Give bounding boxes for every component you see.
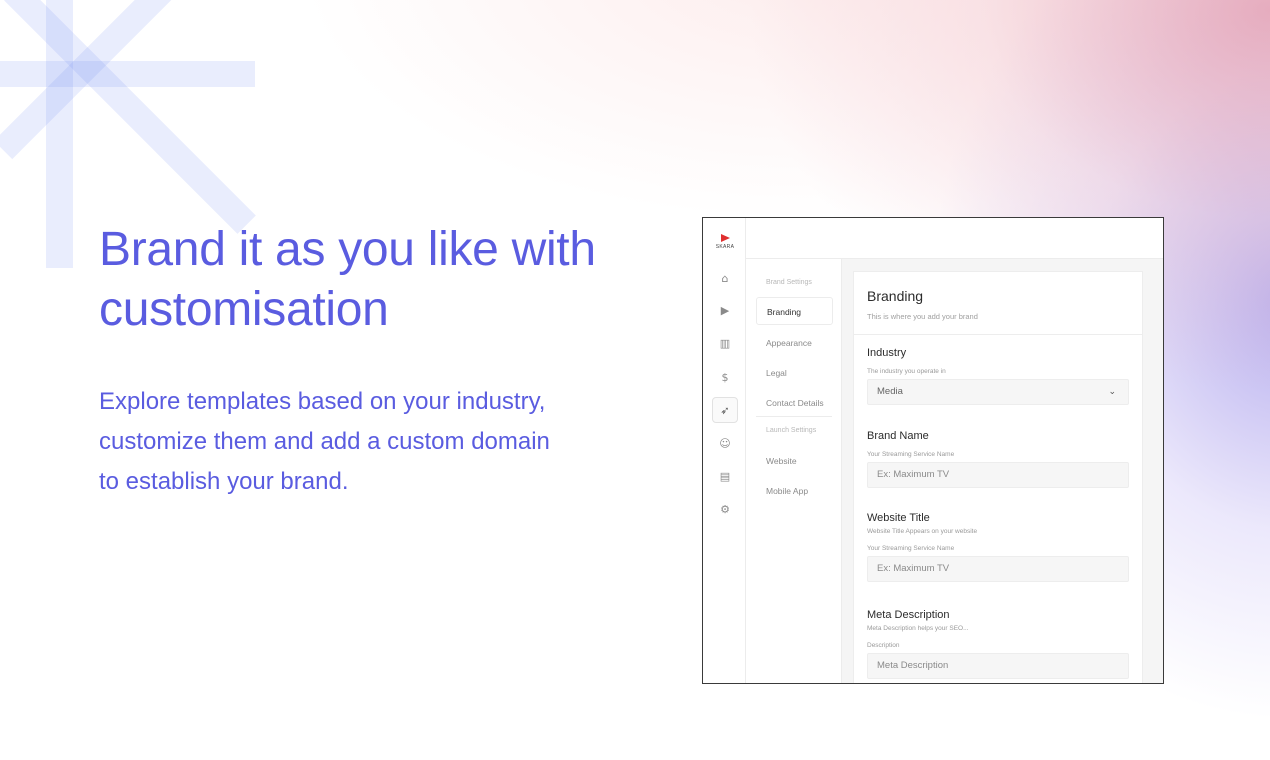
decorative-shape [0, 61, 255, 87]
website-title-label: Website Title [867, 512, 930, 524]
icon-rail: SKARA ⌂ ▶ ▥ $ ➶ ☺ ▤ ⚙ [703, 218, 746, 683]
analytics-icon[interactable]: ▥ [715, 333, 735, 353]
hero-description: Explore templates based on your industry… [99, 388, 550, 495]
card-title: Branding [867, 288, 924, 304]
users-icon[interactable]: ☺ [715, 433, 735, 453]
meta-description-hint: Meta Description helps your SEO... [867, 625, 969, 632]
content-area: Branding This is where you add your bran… [842, 259, 1163, 683]
brand-settings-heading: Brand Settings [766, 279, 812, 286]
brand-name-label: Brand Name [867, 430, 929, 442]
top-bar [746, 218, 1163, 259]
home-icon[interactable]: ⌂ [715, 268, 735, 288]
settings-icon[interactable]: ⚙ [715, 499, 735, 519]
branding-card: Branding This is where you add your bran… [853, 271, 1143, 683]
industry-value: Media [877, 386, 903, 397]
subnav-item-appearance[interactable]: Appearance [766, 338, 812, 348]
subnav-item-mobile-app[interactable]: Mobile App [766, 486, 808, 496]
brand-name-input[interactable]: Ex: Maximum TV [867, 462, 1129, 488]
card-header: Branding This is where you add your bran… [854, 272, 1142, 335]
video-icon[interactable]: ▶ [715, 300, 735, 320]
logo-text: SKARA [715, 244, 735, 250]
divider [756, 416, 832, 417]
subnav-item-branding[interactable]: Branding [756, 297, 833, 325]
industry-select[interactable]: Media ⌄ [867, 379, 1129, 405]
hero-title: Brand it as you like with customisation [99, 223, 596, 336]
industry-label: Industry [867, 347, 907, 359]
industry-hint: The industry you operate in [867, 368, 946, 375]
website-title-hint: Website Title Appears on your website [867, 528, 978, 535]
brand-name-field: Brand Name Your Streaming Service Name E… [867, 430, 1129, 488]
hero-section: Brand it as you like with customisation … [99, 220, 659, 502]
website-title-input[interactable]: Ex: Maximum TV [867, 556, 1129, 582]
app-screenshot: SKARA ⌂ ▶ ▥ $ ➶ ☺ ▤ ⚙ Brand Settings Bra… [702, 217, 1164, 684]
meta-description-input[interactable]: Meta Description [867, 653, 1129, 679]
subnav-item-legal[interactable]: Legal [766, 368, 787, 378]
card-subtitle: This is where you add your brand [867, 312, 978, 321]
launch-settings-heading: Launch Settings [766, 427, 817, 434]
meta-description-field: Meta Description Meta Description helps … [867, 609, 1129, 679]
website-title-field: Website Title Website Title Appears on y… [867, 512, 1129, 582]
brand-name-hint: Your Streaming Service Name [867, 451, 955, 458]
meta-description-label: Meta Description [867, 609, 950, 621]
app-logo[interactable]: SKARA [715, 234, 735, 250]
settings-subnav: Brand Settings Branding Appearance Legal… [746, 259, 842, 683]
chevron-down-icon: ⌄ [1108, 387, 1116, 397]
building-icon[interactable]: ▤ [715, 466, 735, 486]
rocket-icon[interactable]: ➶ [712, 397, 738, 423]
subnav-item-contact-details[interactable]: Contact Details [766, 398, 824, 408]
meta-description-subhint: Description [867, 642, 900, 649]
subnav-item-website[interactable]: Website [766, 456, 797, 466]
website-title-subhint: Your Streaming Service Name [867, 545, 955, 552]
flag-icon [720, 234, 730, 242]
dollar-icon[interactable]: $ [715, 367, 735, 387]
industry-field: Industry The industry you operate in Med… [867, 347, 1129, 405]
